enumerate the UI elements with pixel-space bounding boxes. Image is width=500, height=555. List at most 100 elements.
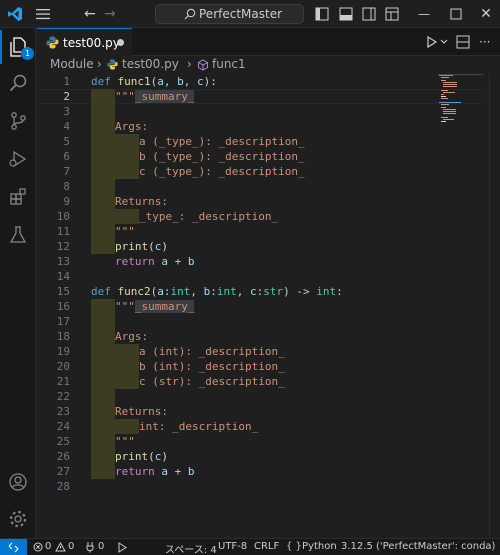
code-line: Returns: bbox=[115, 195, 168, 208]
search-icon[interactable] bbox=[0, 66, 36, 100]
line-number: 16 bbox=[56, 300, 70, 313]
python-interpreter[interactable]: 3.12.5 ('PerfectMaster': conda) bbox=[341, 541, 495, 552]
line-number: 7 bbox=[63, 165, 70, 178]
line-number: 21 bbox=[56, 375, 70, 388]
line-number: 23 bbox=[56, 405, 70, 418]
line-number: 13 bbox=[56, 255, 70, 268]
close-icon[interactable]: ✕ bbox=[478, 6, 494, 22]
code-line: b (_type_): _description_ bbox=[139, 150, 305, 163]
explorer-icon[interactable]: 1 bbox=[0, 30, 36, 64]
line-number: 12 bbox=[56, 240, 70, 253]
code-editor[interactable]: 1 2 3 4 5 6 7 8 9 10 11 12 13 14 15 16 1… bbox=[37, 74, 500, 538]
line-number: 18 bbox=[56, 330, 70, 343]
breadcrumb: Module › test00.py › func1 bbox=[37, 56, 500, 74]
chevron-down-icon[interactable] bbox=[440, 34, 448, 50]
code-line: b (int): _description_ bbox=[139, 360, 285, 373]
method-icon bbox=[198, 59, 208, 71]
vscode-logo[interactable] bbox=[7, 6, 23, 22]
warning-icon[interactable] bbox=[55, 542, 66, 552]
line-number: 5 bbox=[63, 135, 70, 148]
tab-label: test00.py bbox=[63, 36, 120, 50]
code-line: c (str): _description_ bbox=[139, 375, 285, 388]
encoding-setting[interactable]: UTF-8 bbox=[218, 541, 247, 552]
code-line: """ bbox=[115, 435, 135, 448]
line-number: 15 bbox=[56, 285, 70, 298]
code-line: c (_type_): _description_ bbox=[139, 165, 305, 178]
chevron-right-icon: › bbox=[187, 57, 192, 71]
line-number: 2 bbox=[63, 90, 70, 103]
line-number: 19 bbox=[56, 345, 70, 358]
eol-setting[interactable]: CRLF bbox=[254, 541, 279, 552]
maximize-icon[interactable] bbox=[450, 8, 462, 20]
braces-icon[interactable]: { } bbox=[286, 541, 302, 552]
debug-launch-icon[interactable] bbox=[116, 542, 128, 553]
summary-selection: _summary_ bbox=[134, 90, 195, 103]
menu-icon[interactable] bbox=[34, 5, 52, 23]
line-number: 3 bbox=[63, 105, 70, 118]
status-bar: 0 0 0 スペース: 4 UTF-8 CRLF { } Python 3.12… bbox=[0, 538, 500, 555]
source-control-icon[interactable] bbox=[0, 104, 36, 138]
accounts-icon[interactable] bbox=[0, 465, 36, 499]
manage-icon[interactable] bbox=[0, 502, 36, 536]
minimize-icon[interactable]: — bbox=[416, 6, 432, 22]
more-actions-icon[interactable]: ··· bbox=[479, 34, 493, 50]
forward-arrow-icon[interactable]: → bbox=[104, 5, 120, 23]
minimap[interactable] bbox=[438, 74, 483, 124]
testing-icon[interactable] bbox=[0, 218, 36, 252]
split-editor-icon[interactable] bbox=[456, 34, 470, 50]
warning-count[interactable]: 0 bbox=[68, 541, 74, 552]
breadcrumb-module[interactable]: Module bbox=[50, 57, 94, 71]
remote-indicator[interactable] bbox=[0, 539, 27, 555]
tab-test00-py[interactable]: test00.py bbox=[37, 28, 132, 56]
line-number: 14 bbox=[56, 270, 70, 283]
code-line: print(c) bbox=[115, 240, 168, 253]
line-number: 22 bbox=[56, 390, 70, 403]
toggle-panel-icon[interactable] bbox=[339, 7, 353, 21]
line-number: 25 bbox=[56, 435, 70, 448]
run-python-file-icon[interactable] bbox=[426, 34, 438, 50]
ports-count[interactable]: 0 bbox=[98, 541, 104, 552]
vertical-scrollbar[interactable] bbox=[489, 74, 499, 538]
code-line: print(c) bbox=[115, 450, 168, 463]
code-line: a (_type_): _description_ bbox=[139, 135, 305, 148]
toggle-sidebar-icon[interactable] bbox=[315, 7, 329, 21]
code-line: def func1(a, b, c): bbox=[91, 75, 217, 88]
error-icon[interactable] bbox=[33, 542, 43, 552]
search-icon bbox=[184, 8, 196, 20]
explorer-badge: 1 bbox=[21, 47, 34, 60]
line-number: 28 bbox=[56, 480, 70, 493]
code-line: def func2(a:int, b:int, c:str) -> int: bbox=[91, 285, 343, 298]
chevron-right-icon: › bbox=[97, 57, 102, 71]
line-number: 1 bbox=[63, 75, 70, 88]
code-line: """ bbox=[115, 225, 135, 238]
line-number: 8 bbox=[63, 180, 70, 193]
code-line: Args: bbox=[115, 120, 149, 133]
unsaved-dot-icon[interactable] bbox=[117, 39, 124, 46]
code-line: a (int): _description_ bbox=[139, 345, 285, 358]
code-line: """_summary_ bbox=[115, 90, 195, 103]
line-number: 9 bbox=[63, 195, 70, 208]
run-debug-icon[interactable] bbox=[0, 142, 36, 176]
back-arrow-icon[interactable]: ← bbox=[84, 5, 100, 23]
line-number: 27 bbox=[56, 465, 70, 478]
customize-layout-icon[interactable] bbox=[385, 7, 399, 21]
ports-icon[interactable] bbox=[85, 541, 95, 553]
indentation-setting[interactable]: スペース: 4 bbox=[165, 541, 217, 555]
extensions-icon[interactable] bbox=[0, 180, 36, 214]
error-count[interactable]: 0 bbox=[45, 541, 51, 552]
breadcrumb-symbol[interactable]: func1 bbox=[212, 57, 246, 71]
toggle-secondary-sidebar-icon[interactable] bbox=[362, 7, 376, 21]
search-text: PerfectMaster bbox=[199, 7, 283, 21]
remote-icon bbox=[8, 542, 19, 553]
line-number: 11 bbox=[56, 225, 70, 238]
line-number: 24 bbox=[56, 420, 70, 433]
line-number: 26 bbox=[56, 450, 70, 463]
line-number: 4 bbox=[63, 120, 70, 133]
breadcrumb-file[interactable]: test00.py bbox=[122, 57, 179, 71]
code-line: int: _description_ bbox=[139, 420, 259, 433]
language-mode[interactable]: Python bbox=[302, 541, 337, 552]
command-center-search[interactable]: PerfectMaster bbox=[155, 4, 304, 24]
editor-tab-bar: test00.py ··· bbox=[37, 28, 500, 56]
code-line: return a + b bbox=[115, 255, 195, 268]
line-number: 6 bbox=[63, 150, 70, 163]
